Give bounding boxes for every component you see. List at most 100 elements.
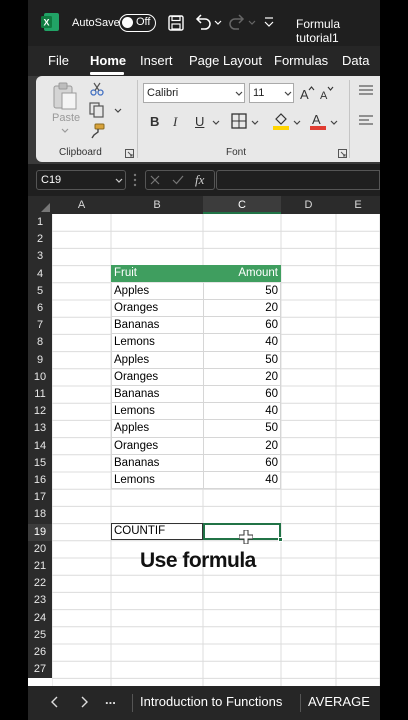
row-header[interactable]: 25 — [28, 626, 52, 644]
paste-label[interactable]: Paste — [52, 112, 80, 124]
borders-icon[interactable] — [231, 113, 247, 129]
save-icon[interactable] — [168, 15, 184, 31]
row-header[interactable]: 14 — [28, 437, 52, 455]
customize-toolbar-icon[interactable] — [264, 16, 274, 28]
fruit-cell[interactable]: Lemons — [114, 405, 155, 417]
sheet-tab-introduction[interactable]: Introduction to Functions — [140, 694, 282, 709]
row-header[interactable]: 20 — [28, 540, 52, 558]
row-header[interactable]: 1 — [28, 214, 52, 232]
fill-handle[interactable] — [278, 537, 283, 542]
decrease-font-size-icon[interactable]: A — [319, 85, 335, 101]
amount-cell[interactable]: 20 — [203, 440, 278, 452]
amount-cell[interactable]: 60 — [203, 319, 278, 331]
row-header[interactable]: 18 — [28, 506, 52, 524]
amount-cell[interactable]: 40 — [203, 405, 278, 417]
row-header[interactable]: 26 — [28, 644, 52, 662]
borders-dropdown-icon[interactable] — [251, 120, 259, 126]
align-top-icon[interactable] — [358, 85, 374, 97]
fill-color-dropdown-icon[interactable] — [293, 120, 301, 126]
fruit-cell[interactable]: Oranges — [114, 302, 158, 314]
name-box-dropdown-icon[interactable] — [115, 178, 123, 184]
cut-icon[interactable] — [90, 82, 104, 96]
undo-dropdown-icon[interactable] — [214, 20, 222, 26]
select-all-corner[interactable] — [28, 196, 52, 214]
row-header[interactable]: 17 — [28, 489, 52, 507]
row-header[interactable]: 22 — [28, 575, 52, 593]
countif-label[interactable]: COUNTIF — [114, 525, 165, 537]
font-size-box[interactable]: 11 — [249, 83, 294, 103]
row-header[interactable]: 6 — [28, 300, 52, 318]
amount-cell[interactable]: 40 — [203, 474, 278, 486]
amount-cell[interactable]: 50 — [203, 422, 278, 434]
copy-dropdown-icon[interactable] — [114, 108, 122, 114]
amount-cell[interactable]: 20 — [203, 302, 278, 314]
font-name-box[interactable]: Calibri — [143, 83, 245, 103]
tab-insert[interactable]: Insert — [140, 53, 173, 68]
fruit-cell[interactable]: Lemons — [114, 474, 155, 486]
format-painter-icon[interactable] — [89, 123, 105, 139]
row-header[interactable]: 9 — [28, 351, 52, 369]
row-header[interactable]: 5 — [28, 282, 52, 300]
sheet-tab-average[interactable]: AVERAGE — [308, 694, 370, 709]
undo-icon[interactable] — [194, 14, 212, 30]
tab-data[interactable]: Data — [342, 53, 369, 68]
enter-icon[interactable] — [172, 175, 184, 185]
fruit-cell[interactable]: Oranges — [114, 371, 158, 383]
amount-cell[interactable]: 60 — [203, 388, 278, 400]
row-header[interactable]: 12 — [28, 403, 52, 421]
tab-formulas[interactable]: Formulas — [274, 53, 328, 68]
column-header-b[interactable]: B — [111, 196, 203, 214]
amount-cell[interactable]: 20 — [203, 371, 278, 383]
font-launcher-icon[interactable] — [338, 149, 347, 158]
cancel-icon[interactable] — [150, 175, 160, 185]
more-sheets-button[interactable]: ... — [105, 692, 116, 707]
fruit-cell[interactable]: Apples — [114, 285, 149, 297]
font-color-icon[interactable]: A — [309, 111, 327, 131]
column-header-e[interactable]: E — [336, 196, 380, 214]
row-header[interactable]: 19 — [28, 523, 52, 541]
row-header[interactable]: 13 — [28, 420, 52, 438]
name-box[interactable]: C19 — [36, 170, 126, 190]
column-header-c[interactable]: C — [203, 196, 281, 214]
row-header[interactable]: 3 — [28, 248, 52, 266]
row-header[interactable]: 16 — [28, 472, 52, 490]
paste-icon[interactable] — [52, 82, 78, 110]
amount-cell[interactable]: 50 — [203, 354, 278, 366]
next-sheet-icon[interactable] — [79, 696, 89, 708]
autosave-toggle[interactable]: Off — [119, 14, 156, 32]
column-header-d[interactable]: D — [281, 196, 336, 214]
insert-function-button[interactable]: fx — [195, 172, 204, 188]
header-fruit[interactable]: Fruit — [114, 267, 137, 279]
fruit-cell[interactable]: Apples — [114, 422, 149, 434]
amount-cell[interactable]: 50 — [203, 285, 278, 297]
row-header[interactable]: 27 — [28, 661, 52, 679]
tab-page-layout[interactable]: Page Layout — [189, 53, 262, 68]
clipboard-launcher-icon[interactable] — [125, 149, 134, 158]
align-left-icon[interactable] — [358, 115, 374, 127]
row-header[interactable]: 21 — [28, 558, 52, 576]
fill-color-icon[interactable] — [272, 111, 290, 131]
row-header[interactable]: 15 — [28, 454, 52, 472]
row-header[interactable]: 10 — [28, 368, 52, 386]
paste-dropdown-icon[interactable] — [61, 128, 69, 134]
fruit-cell[interactable]: Lemons — [114, 336, 155, 348]
row-header[interactable]: 2 — [28, 231, 52, 249]
row-header[interactable]: 24 — [28, 609, 52, 627]
header-amount[interactable]: Amount — [203, 267, 278, 279]
formula-input[interactable] — [216, 170, 380, 190]
tab-file[interactable]: File — [48, 53, 69, 68]
row-header[interactable]: 4 — [28, 265, 52, 283]
copy-icon[interactable] — [89, 102, 105, 118]
more-options-icon[interactable] — [133, 172, 137, 188]
fruit-cell[interactable]: Apples — [114, 354, 149, 366]
amount-cell[interactable]: 60 — [203, 457, 278, 469]
row-header[interactable]: 11 — [28, 386, 52, 404]
underline-button[interactable]: U — [195, 114, 204, 129]
row-header[interactable]: 7 — [28, 317, 52, 335]
fruit-cell[interactable]: Bananas — [114, 319, 159, 331]
font-name-dropdown-icon[interactable] — [235, 91, 243, 97]
row-header[interactable]: 8 — [28, 334, 52, 352]
underline-dropdown-icon[interactable] — [212, 120, 220, 126]
increase-font-size-icon[interactable]: A — [299, 85, 315, 101]
amount-cell[interactable]: 40 — [203, 336, 278, 348]
